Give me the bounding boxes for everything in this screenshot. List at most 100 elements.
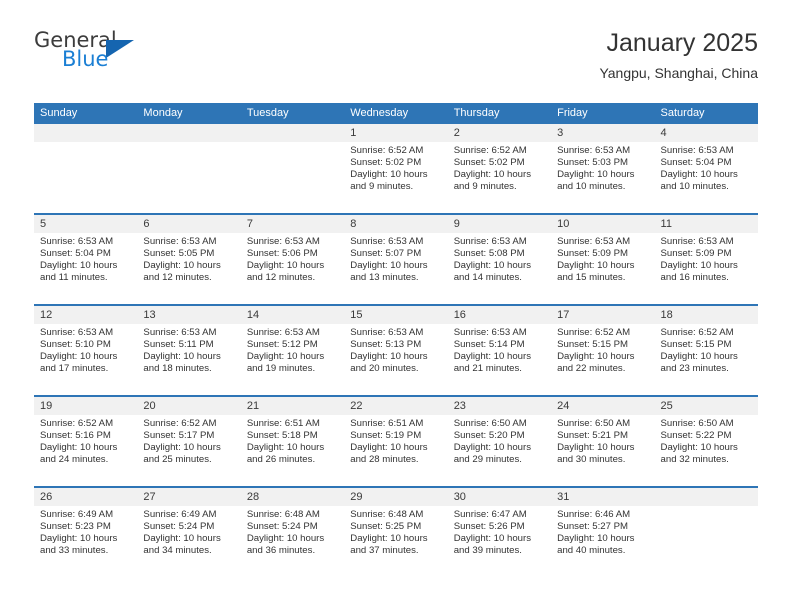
day-cell[interactable]: 1 Sunrise: 6:52 AM Sunset: 5:02 PM Daylight… [344,124,448,213]
day-cell[interactable]: 25 Sunrise: 6:50 AM Sunset: 5:22 PM Dayligh… [654,397,758,486]
daylight-text-line1: Daylight: 10 hours [350,442,428,454]
sunset-text: Sunset: 5:08 PM [453,248,525,260]
daylight-text-line1: Daylight: 10 hours [246,351,325,363]
sunrise-text: Sunrise: 6:52 AM [453,145,527,156]
sunrise-text: Sunrise: 6:53 AM [350,327,424,338]
daylight-text-line2: and 37 minutes. [350,545,419,557]
day-number: 6 [137,215,241,233]
day-cell[interactable]: 17 Sunrise: 6:52 AM Sunset: 5:15 PM Dayligh… [551,306,655,395]
day-cell[interactable]: 28 Sunrise: 6:48 AM Sunset: 5:24 PM Dayligh… [240,488,345,577]
sunrise-text: Sunrise: 6:53 AM [660,236,734,247]
day-cell[interactable]: 30 Sunrise: 6:47 AM Sunset: 5:26 PM Dayligh… [447,488,552,577]
sunset-text: Sunset: 5:26 PM [453,521,525,533]
day-sun-info: Sunrise: 6:50 AM Sunset: 5:21 PM Daylight:… [551,415,654,466]
sunset-text: Sunset: 5:18 PM [246,430,318,442]
day-cell-empty [34,124,138,213]
day-number [137,124,241,142]
day-cell[interactable]: 14 Sunrise: 6:53 AM Sunset: 5:12 PM Dayligh… [240,306,345,395]
day-cell[interactable]: 6 Sunrise: 6:53 AM Sunset: 5:05 PM Daylight… [137,215,241,304]
daylight-text-line1: Daylight: 10 hours [557,533,635,545]
day-cell[interactable]: 31 Sunrise: 6:46 AM Sunset: 5:27 PM Dayligh… [551,488,655,577]
day-cell[interactable]: 24 Sunrise: 6:50 AM Sunset: 5:21 PM Dayligh… [551,397,655,486]
sunset-text: Sunset: 5:02 PM [350,157,422,169]
daylight-text-line2: and 25 minutes. [143,454,212,466]
day-cell[interactable]: 27 Sunrise: 6:49 AM Sunset: 5:24 PM Dayligh… [137,488,241,577]
sunset-text: Sunset: 5:15 PM [660,339,732,351]
sunrise-text: Sunrise: 6:53 AM [660,145,734,156]
sunset-text: Sunset: 5:21 PM [557,430,629,442]
day-cell[interactable]: 13 Sunrise: 6:53 AM Sunset: 5:11 PM Dayligh… [137,306,241,395]
daylight-text-line1: Daylight: 10 hours [350,260,428,272]
daylight-text-line2: and 22 minutes. [557,363,626,375]
day-cell[interactable]: 2 Sunrise: 6:52 AM Sunset: 5:02 PM Daylight… [447,124,552,213]
daylight-text-line2: and 10 minutes. [660,181,729,193]
day-number [654,488,758,506]
day-cell[interactable]: 15 Sunrise: 6:53 AM Sunset: 5:13 PM Dayligh… [344,306,448,395]
daylight-text-line2: and 10 minutes. [557,181,626,193]
day-cell[interactable]: 22 Sunrise: 6:51 AM Sunset: 5:19 PM Dayligh… [344,397,448,486]
day-cell[interactable]: 7 Sunrise: 6:53 AM Sunset: 5:06 PM Daylight… [240,215,345,304]
day-cell[interactable]: 12 Sunrise: 6:53 AM Sunset: 5:10 PM Dayligh… [34,306,138,395]
day-sun-info: Sunrise: 6:52 AM Sunset: 5:17 PM Daylight:… [137,415,240,466]
sunrise-text: Sunrise: 6:53 AM [557,145,631,156]
daylight-text-line2: and 26 minutes. [246,454,316,466]
day-number: 8 [344,215,448,233]
day-sun-info: Sunrise: 6:53 AM Sunset: 5:05 PM Daylight:… [137,233,240,284]
weekday-header-monday: Monday [143,107,183,119]
day-cell[interactable]: 19 Sunrise: 6:52 AM Sunset: 5:16 PM Dayligh… [34,397,138,486]
daylight-text-line1: Daylight: 10 hours [557,260,635,272]
day-sun-info: Sunrise: 6:47 AM Sunset: 5:26 PM Daylight:… [448,506,551,557]
sunset-text: Sunset: 5:13 PM [350,339,422,351]
day-cell[interactable]: 16 Sunrise: 6:53 AM Sunset: 5:14 PM Dayligh… [447,306,552,395]
day-sun-info: Sunrise: 6:52 AM Sunset: 5:02 PM Daylight:… [344,142,447,193]
day-sun-info: Sunrise: 6:53 AM Sunset: 5:10 PM Daylight:… [34,324,137,375]
day-number: 5 [34,215,138,233]
daylight-text-line1: Daylight: 10 hours [660,260,738,272]
day-number: 25 [654,397,758,415]
weekday-header-tuesday: Tuesday [246,107,289,119]
calendar-week-row: 1 Sunrise: 6:52 AM Sunset: 5:02 PM Daylight… [34,124,758,213]
day-sun-info: Sunrise: 6:52 AM Sunset: 5:15 PM Daylight:… [551,324,654,375]
day-number: 29 [344,488,448,506]
day-sun-info: Sunrise: 6:50 AM Sunset: 5:22 PM Daylight:… [655,415,758,466]
day-sun-info: Sunrise: 6:53 AM Sunset: 5:12 PM Daylight:… [241,324,344,375]
daylight-text-line2: and 29 minutes. [453,454,522,466]
day-number: 4 [654,124,758,142]
daylight-text-line1: Daylight: 10 hours [350,351,428,363]
day-cell-empty [137,124,241,213]
day-number: 17 [551,306,655,324]
general-blue-logo[interactable]: General Blue [34,28,154,74]
daylight-text-line1: Daylight: 10 hours [350,169,428,181]
daylight-text-line1: Daylight: 10 hours [40,351,118,363]
title-block: January 2025 Yangpu, Shanghai, China [599,28,758,83]
day-cell[interactable]: 18 Sunrise: 6:52 AM Sunset: 5:15 PM Dayligh… [654,306,758,395]
logo-triangle-icon [106,40,134,58]
daylight-text-line2: and 13 minutes. [350,272,419,284]
day-cell[interactable]: 21 Sunrise: 6:51 AM Sunset: 5:18 PM Dayligh… [240,397,345,486]
sunrise-text: Sunrise: 6:53 AM [557,236,631,247]
daylight-text-line1: Daylight: 10 hours [246,442,325,454]
day-number: 10 [551,215,655,233]
day-cell[interactable]: 29 Sunrise: 6:48 AM Sunset: 5:25 PM Dayligh… [344,488,448,577]
day-cell[interactable]: 20 Sunrise: 6:52 AM Sunset: 5:17 PM Dayligh… [137,397,241,486]
day-cell[interactable]: 8 Sunrise: 6:53 AM Sunset: 5:07 PM Daylight… [344,215,448,304]
day-cell[interactable]: 26 Sunrise: 6:49 AM Sunset: 5:23 PM Dayligh… [34,488,138,577]
sunrise-text: Sunrise: 6:52 AM [40,418,114,429]
daylight-text-line1: Daylight: 10 hours [143,351,221,363]
sunset-text: Sunset: 5:02 PM [453,157,525,169]
sunset-text: Sunset: 5:25 PM [350,521,422,533]
day-cell[interactable]: 23 Sunrise: 6:50 AM Sunset: 5:20 PM Dayligh… [447,397,552,486]
day-cell[interactable]: 3 Sunrise: 6:53 AM Sunset: 5:03 PM Daylight… [551,124,655,213]
day-cell[interactable]: 5 Sunrise: 6:53 AM Sunset: 5:04 PM Daylight… [34,215,138,304]
day-cell[interactable]: 4 Sunrise: 6:53 AM Sunset: 5:04 PM Daylight… [654,124,758,213]
daylight-text-line2: and 9 minutes. [350,181,414,193]
daylight-text-line1: Daylight: 10 hours [40,260,118,272]
day-cell[interactable]: 9 Sunrise: 6:53 AM Sunset: 5:08 PM Daylight… [447,215,552,304]
daylight-text-line1: Daylight: 10 hours [143,260,221,272]
day-cell[interactable]: 11 Sunrise: 6:53 AM Sunset: 5:09 PM Dayligh… [654,215,758,304]
day-cell[interactable]: 10 Sunrise: 6:53 AM Sunset: 5:09 PM Dayligh… [551,215,655,304]
daylight-text-line1: Daylight: 10 hours [453,169,532,181]
day-sun-info: Sunrise: 6:53 AM Sunset: 5:09 PM Daylight:… [551,233,654,284]
daylight-text-line1: Daylight: 10 hours [660,169,738,181]
weekday-header-friday: Friday [557,107,588,119]
